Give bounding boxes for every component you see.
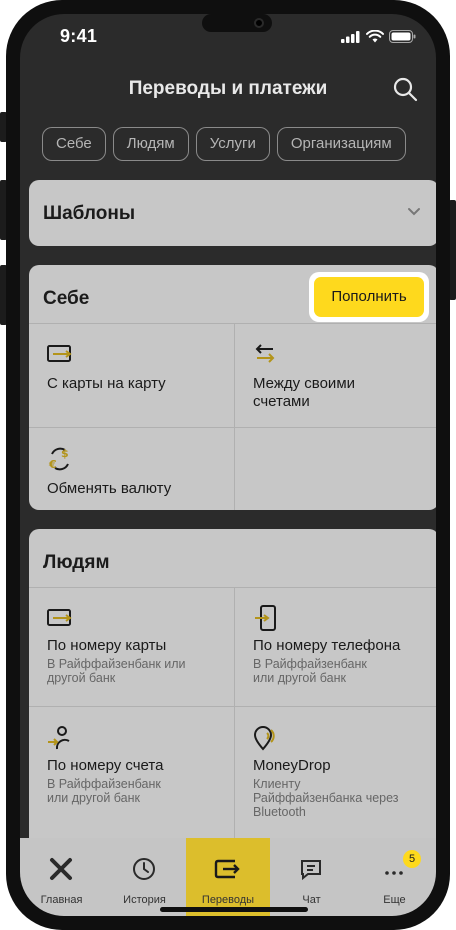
notification-badge: 5	[403, 850, 421, 868]
battery-icon	[389, 30, 416, 43]
tab-more[interactable]: 5 Еще	[353, 838, 436, 916]
moneydrop-sub: Клиенту Райффайзенбанка через Bluetooth	[253, 777, 399, 819]
people-title: Людям	[43, 552, 110, 573]
chat-icon	[301, 860, 321, 881]
home-x-icon	[50, 858, 72, 880]
by-phone-number-label: По номеру телефона	[253, 637, 401, 654]
exchange-currency-item[interactable]: $ € Обменять валюту	[29, 428, 234, 510]
by-phone-number-item[interactable]: По номеру телефона В Райффайзенбанк или …	[235, 587, 436, 706]
by-account-number-label: По номеру счета	[47, 757, 164, 774]
phone-transfer-icon	[255, 605, 276, 631]
self-card: Себе Пополнить С карты на карту Между св…	[29, 265, 436, 510]
status-time: 9:41	[60, 26, 98, 46]
swap-arrows-icon	[255, 344, 275, 363]
card-transfer-icon	[47, 345, 72, 362]
filter-chips: Себе Людям Услуги Организациям	[42, 127, 406, 161]
tab-bar: Главная История Переводы Чат 5 Еще	[20, 838, 436, 916]
between-accounts-label: Между своими счетами	[253, 375, 356, 410]
notch	[202, 14, 272, 32]
chip-organizations[interactable]: Организациям	[276, 127, 406, 161]
person-transfer-icon	[48, 726, 70, 750]
between-accounts-item[interactable]: Между своими счетами	[235, 323, 436, 427]
tab-home-label: Главная	[40, 894, 83, 906]
people-card: Людям По номеру карты В Райффайзенбанк и…	[29, 529, 436, 849]
status-icons	[341, 30, 416, 43]
by-card-number-item[interactable]: По номеру карты В Райффайзенбанк или дру…	[29, 587, 234, 706]
templates-title: Шаблоны	[43, 203, 136, 224]
chevron-down-icon[interactable]	[407, 207, 421, 217]
tab-history[interactable]: История	[103, 838, 186, 916]
screen: 9:41 Переводы и платежи Себе Людям Услуг…	[20, 14, 436, 916]
card-transfer-icon	[47, 609, 72, 626]
tab-chat-label: Чат	[302, 894, 321, 906]
side-button-power	[449, 200, 456, 300]
card-to-card-label: С карты на карту	[47, 375, 166, 392]
by-phone-number-sub: В Райффайзенбанк или другой банк	[253, 657, 367, 685]
home-indicator	[160, 907, 308, 912]
svg-text:$: $	[61, 447, 69, 460]
wifi-icon	[366, 30, 384, 43]
moneydrop-icon	[253, 726, 275, 751]
tab-history-label: История	[123, 894, 166, 906]
signal-icon	[341, 30, 360, 43]
currency-exchange-icon: $ €	[48, 447, 69, 471]
phone-frame: 9:41 Переводы и платежи Себе Людям Услуг…	[6, 0, 450, 930]
by-card-number-label: По номеру карты	[47, 637, 167, 654]
card-to-card-item[interactable]: С карты на карту	[29, 323, 234, 427]
search-icon[interactable]	[392, 76, 418, 102]
topup-button-label: Пополнить	[314, 277, 424, 317]
chip-people[interactable]: Людям	[112, 127, 189, 161]
topup-button[interactable]: Пополнить	[309, 272, 429, 322]
camera-icon	[254, 18, 264, 28]
moneydrop-item[interactable]: MoneyDrop Клиенту Райффайзенбанка через …	[235, 707, 436, 849]
transfer-icon	[214, 859, 240, 879]
moneydrop-label: MoneyDrop	[253, 757, 331, 774]
by-account-number-item[interactable]: По номеру счета В Райффайзенбанк или дру…	[29, 707, 234, 849]
page-title: Переводы и платежи	[128, 78, 328, 99]
chip-services[interactable]: Услуги	[195, 127, 270, 161]
tab-home[interactable]: Главная	[20, 838, 103, 916]
tab-chat[interactable]: Чат	[270, 838, 353, 916]
by-card-number-sub: В Райффайзенбанк или другой банк	[47, 657, 186, 685]
tab-transfers[interactable]: Переводы	[186, 838, 270, 916]
self-title: Себе	[43, 288, 90, 309]
templates-card[interactable]: Шаблоны	[29, 180, 436, 246]
chip-self[interactable]: Себе	[42, 127, 106, 161]
tab-more-label: Еще	[383, 894, 406, 906]
svg-text:€: €	[48, 458, 57, 471]
exchange-currency-label: Обменять валюту	[47, 480, 172, 497]
by-account-number-sub: В Райффайзенбанк или другой банк	[47, 777, 161, 805]
tab-transfers-label: Переводы	[201, 894, 255, 906]
clock-icon	[133, 858, 155, 880]
